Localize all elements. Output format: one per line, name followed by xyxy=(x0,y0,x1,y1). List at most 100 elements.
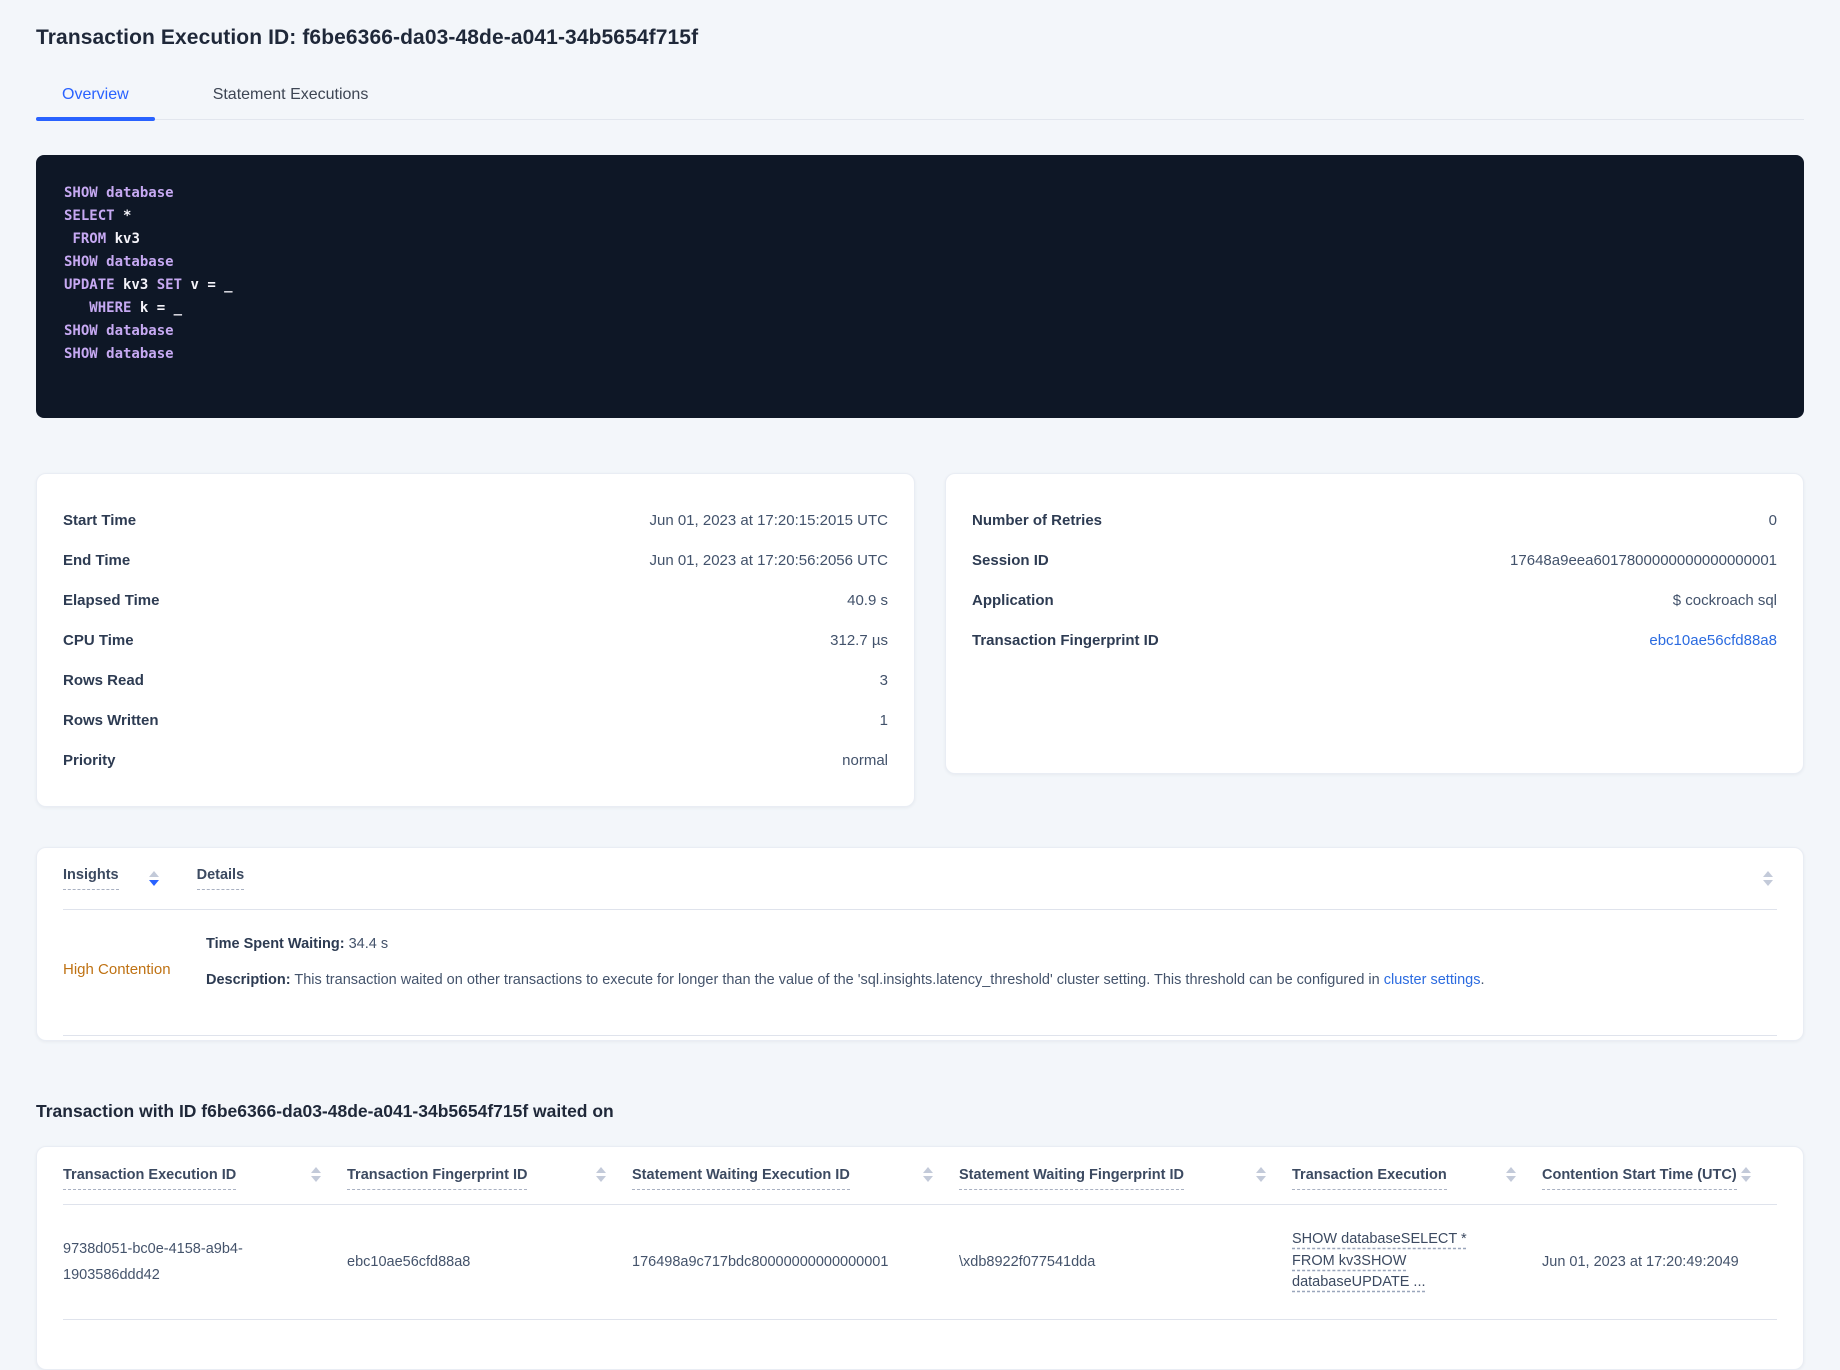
sql-token: * xyxy=(114,208,132,224)
column-label[interactable]: Transaction Execution ID xyxy=(63,1167,237,1190)
sql-token: WHERE xyxy=(89,300,132,316)
summary-row-cpu-time: CPU Time 312.7 µs xyxy=(63,620,888,660)
sql-token: FROM xyxy=(72,231,107,247)
summary-row-rows-written: Rows Written 1 xyxy=(63,700,888,740)
insights-table-card: Insights Details High Contention Time Sp… xyxy=(36,847,1804,1041)
session-row-application: Application $ cockroach sql xyxy=(972,580,1777,620)
kv-value: 3 xyxy=(879,671,888,689)
sql-line: SELECT * xyxy=(64,205,1776,228)
transaction-execution-page: Transaction Execution ID: f6be6366-da03-… xyxy=(0,26,1840,1370)
kv-value: 312.7 µs xyxy=(830,631,888,649)
summary-row-start-time: Start Time Jun 01, 2023 at 17:20:15:2015… xyxy=(63,500,888,540)
column-label[interactable]: Transaction Fingerprint ID xyxy=(347,1167,528,1190)
session-row-retries: Number of Retries 0 xyxy=(972,500,1777,540)
kv-value: Jun 01, 2023 at 17:20:15:2015 UTC xyxy=(649,511,888,529)
sql-token: UPDATE xyxy=(64,277,115,293)
sql-token: SET xyxy=(156,277,183,293)
column-header-statement-waiting-fingerprint-id[interactable]: Statement Waiting Fingerprint ID xyxy=(959,1167,1292,1190)
insight-description-line: Description: This transaction waited on … xyxy=(206,970,1777,991)
kv-value: $ cockroach sql xyxy=(1672,591,1777,609)
sql-token: v = _ xyxy=(182,277,233,293)
tab-bar: Overview Statement Executions xyxy=(36,76,1804,121)
execution-summary-card: Start Time Jun 01, 2023 at 17:20:15:2015… xyxy=(36,473,915,807)
column-label[interactable]: Contention Start Time (UTC) xyxy=(1542,1167,1737,1190)
description-suffix: . xyxy=(1480,971,1485,988)
column-header-contention-start-time[interactable]: Contention Start Time (UTC) xyxy=(1542,1167,1777,1190)
column-label[interactable]: Statement Waiting Fingerprint ID xyxy=(959,1167,1185,1190)
cell-transaction-fingerprint-id: ebc10ae56cfd88a8 xyxy=(347,1254,471,1270)
waiting-label: Time Spent Waiting: xyxy=(206,936,345,952)
sql-line: WHERE k = _ xyxy=(64,297,1776,320)
column-label[interactable]: Statement Waiting Execution ID xyxy=(632,1167,850,1190)
insights-table-header: Insights Details xyxy=(63,848,1777,910)
description-text: This transaction waited on other transac… xyxy=(290,971,1384,988)
waited-on-table-header: Transaction Execution ID Transaction Fin… xyxy=(63,1147,1777,1205)
column-label[interactable]: Transaction Execution xyxy=(1292,1167,1447,1190)
sql-token: k = _ xyxy=(131,300,183,316)
sort-icon[interactable] xyxy=(1506,1167,1516,1182)
sql-token: SELECT xyxy=(64,208,115,224)
sql-token: kv3 xyxy=(114,277,157,293)
sql-token: SHOW database xyxy=(64,185,174,201)
sql-line: SHOW database xyxy=(64,343,1776,366)
sort-icon[interactable] xyxy=(923,1167,933,1182)
cell-statement-waiting-fingerprint-id: \xdb8922f077541dda xyxy=(959,1254,1096,1270)
summary-cards-row: Start Time Jun 01, 2023 at 17:20:15:2015… xyxy=(36,473,1804,807)
column-header-transaction-execution-id[interactable]: Transaction Execution ID xyxy=(63,1167,347,1190)
sort-icon[interactable] xyxy=(1763,871,1773,886)
column-header-transaction-execution[interactable]: Transaction Execution xyxy=(1292,1167,1542,1190)
sql-line: SHOW database xyxy=(64,320,1776,343)
transaction-fingerprint-link[interactable]: ebc10ae56cfd88a8 xyxy=(1649,632,1777,649)
summary-row-elapsed-time: Elapsed Time 40.9 s xyxy=(63,580,888,620)
summary-row-rows-read: Rows Read 3 xyxy=(63,660,888,700)
insight-waiting-line: Time Spent Waiting: 34.4 s xyxy=(206,934,1777,955)
sort-icon[interactable] xyxy=(596,1167,606,1182)
sql-token: SHOW database xyxy=(64,323,174,339)
kv-label: CPU Time xyxy=(63,631,134,649)
sort-icon[interactable] xyxy=(148,871,159,886)
tab-overview[interactable]: Overview xyxy=(36,76,155,121)
insight-type-badge: High Contention xyxy=(63,961,171,978)
kv-label: Rows Written xyxy=(63,711,159,729)
cell-contention-start-time: Jun 01, 2023 at 17:20:49:2049 xyxy=(1542,1254,1739,1270)
cluster-settings-link[interactable]: cluster settings xyxy=(1384,972,1481,988)
kv-value: Jun 01, 2023 at 17:20:56:2056 UTC xyxy=(649,551,888,569)
cell-transaction-execution: SHOW databaseSELECT * FROM kv3SHOW datab… xyxy=(1292,1229,1542,1295)
insight-details: Time Spent Waiting: 34.4 s Description: … xyxy=(206,934,1777,1005)
kv-label: Application xyxy=(972,591,1054,609)
kv-value: 1 xyxy=(879,711,888,729)
sql-token: SHOW database xyxy=(64,254,174,270)
waited-on-heading: Transaction with ID f6be6366-da03-48de-a… xyxy=(36,1101,614,1121)
kv-label: Start Time xyxy=(63,511,137,529)
column-header-statement-waiting-execution-id[interactable]: Statement Waiting Execution ID xyxy=(632,1167,959,1190)
kv-label: Elapsed Time xyxy=(63,591,160,609)
sql-statements-box: SHOW database SELECT * FROM kv3 SHOW dat… xyxy=(36,155,1804,418)
insight-row: High Contention Time Spent Waiting: 34.4… xyxy=(63,910,1777,1036)
waiting-value: 34.4 s xyxy=(344,936,389,952)
summary-row-priority: Priority normal xyxy=(63,740,888,780)
tab-statement-executions[interactable]: Statement Executions xyxy=(187,76,395,119)
kv-label: Rows Read xyxy=(63,671,144,689)
sql-line: SHOW database xyxy=(64,182,1776,205)
session-summary-card: Number of Retries 0 Session ID 17648a9ee… xyxy=(945,473,1804,774)
kv-label: End Time xyxy=(63,551,131,569)
kv-label: Priority xyxy=(63,751,116,769)
sort-icon[interactable] xyxy=(1741,1167,1751,1182)
kv-value: normal xyxy=(842,751,888,769)
kv-label: Transaction Fingerprint ID xyxy=(972,631,1159,649)
kv-label: Session ID xyxy=(972,551,1049,569)
sort-icon[interactable] xyxy=(1256,1167,1266,1182)
details-column-header[interactable]: Details xyxy=(196,867,245,890)
cell-statement-waiting-execution-id: 176498a9c717bdc80000000000000001 xyxy=(632,1254,889,1270)
insights-column-header[interactable]: Insights xyxy=(63,867,119,890)
session-row-transaction-fingerprint: Transaction Fingerprint ID ebc10ae56cfd8… xyxy=(972,620,1777,660)
waited-on-table-card: Transaction Execution ID Transaction Fin… xyxy=(36,1146,1804,1370)
sql-line: SHOW database xyxy=(64,251,1776,274)
column-header-transaction-fingerprint-id[interactable]: Transaction Fingerprint ID xyxy=(347,1167,632,1190)
table-row: 9738d051-bc0e-4158-a9b4-1903586ddd42 ebc… xyxy=(63,1205,1777,1320)
sort-icon[interactable] xyxy=(311,1167,321,1182)
page-title: Transaction Execution ID: f6be6366-da03-… xyxy=(36,26,699,49)
summary-row-end-time: End Time Jun 01, 2023 at 17:20:56:2056 U… xyxy=(63,540,888,580)
transaction-execution-link[interactable]: SHOW databaseSELECT * FROM kv3SHOW datab… xyxy=(1292,1229,1470,1294)
